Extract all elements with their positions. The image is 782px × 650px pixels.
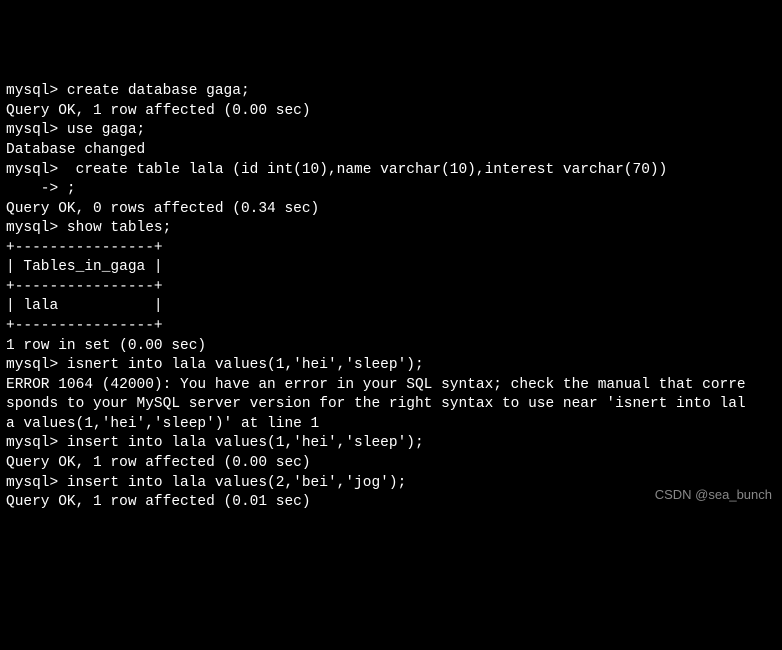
terminal-line: +----------------+ <box>6 239 776 259</box>
terminal-output[interactable]: mysql> create database gaga;Query OK, 1 … <box>6 82 776 512</box>
terminal-line: 1 row in set (0.00 sec) <box>6 337 776 357</box>
terminal-line: mysql> use gaga; <box>6 121 776 141</box>
terminal-line: +----------------+ <box>6 317 776 337</box>
terminal-line: | Tables_in_gaga | <box>6 258 776 278</box>
terminal-line: ERROR 1064 (42000): You have an error in… <box>6 376 776 396</box>
terminal-line: | lala | <box>6 297 776 317</box>
terminal-line: Query OK, 1 row affected (0.00 sec) <box>6 102 776 122</box>
terminal-line: mysql> insert into lala values(1,'hei','… <box>6 434 776 454</box>
terminal-line: mysql> isnert into lala values(1,'hei','… <box>6 356 776 376</box>
terminal-line: sponds to your MySQL server version for … <box>6 395 776 415</box>
terminal-line: Query OK, 0 rows affected (0.34 sec) <box>6 200 776 220</box>
terminal-line: Database changed <box>6 141 776 161</box>
terminal-line: mysql> create database gaga; <box>6 82 776 102</box>
terminal-line: -> ; <box>6 180 776 200</box>
terminal-line: Query OK, 1 row affected (0.00 sec) <box>6 454 776 474</box>
terminal-line: mysql> create table lala (id int(10),nam… <box>6 161 776 181</box>
terminal-line: +----------------+ <box>6 278 776 298</box>
terminal-line: mysql> show tables; <box>6 219 776 239</box>
terminal-line: a values(1,'hei','sleep')' at line 1 <box>6 415 776 435</box>
watermark-text: CSDN @sea_bunch <box>655 486 772 504</box>
